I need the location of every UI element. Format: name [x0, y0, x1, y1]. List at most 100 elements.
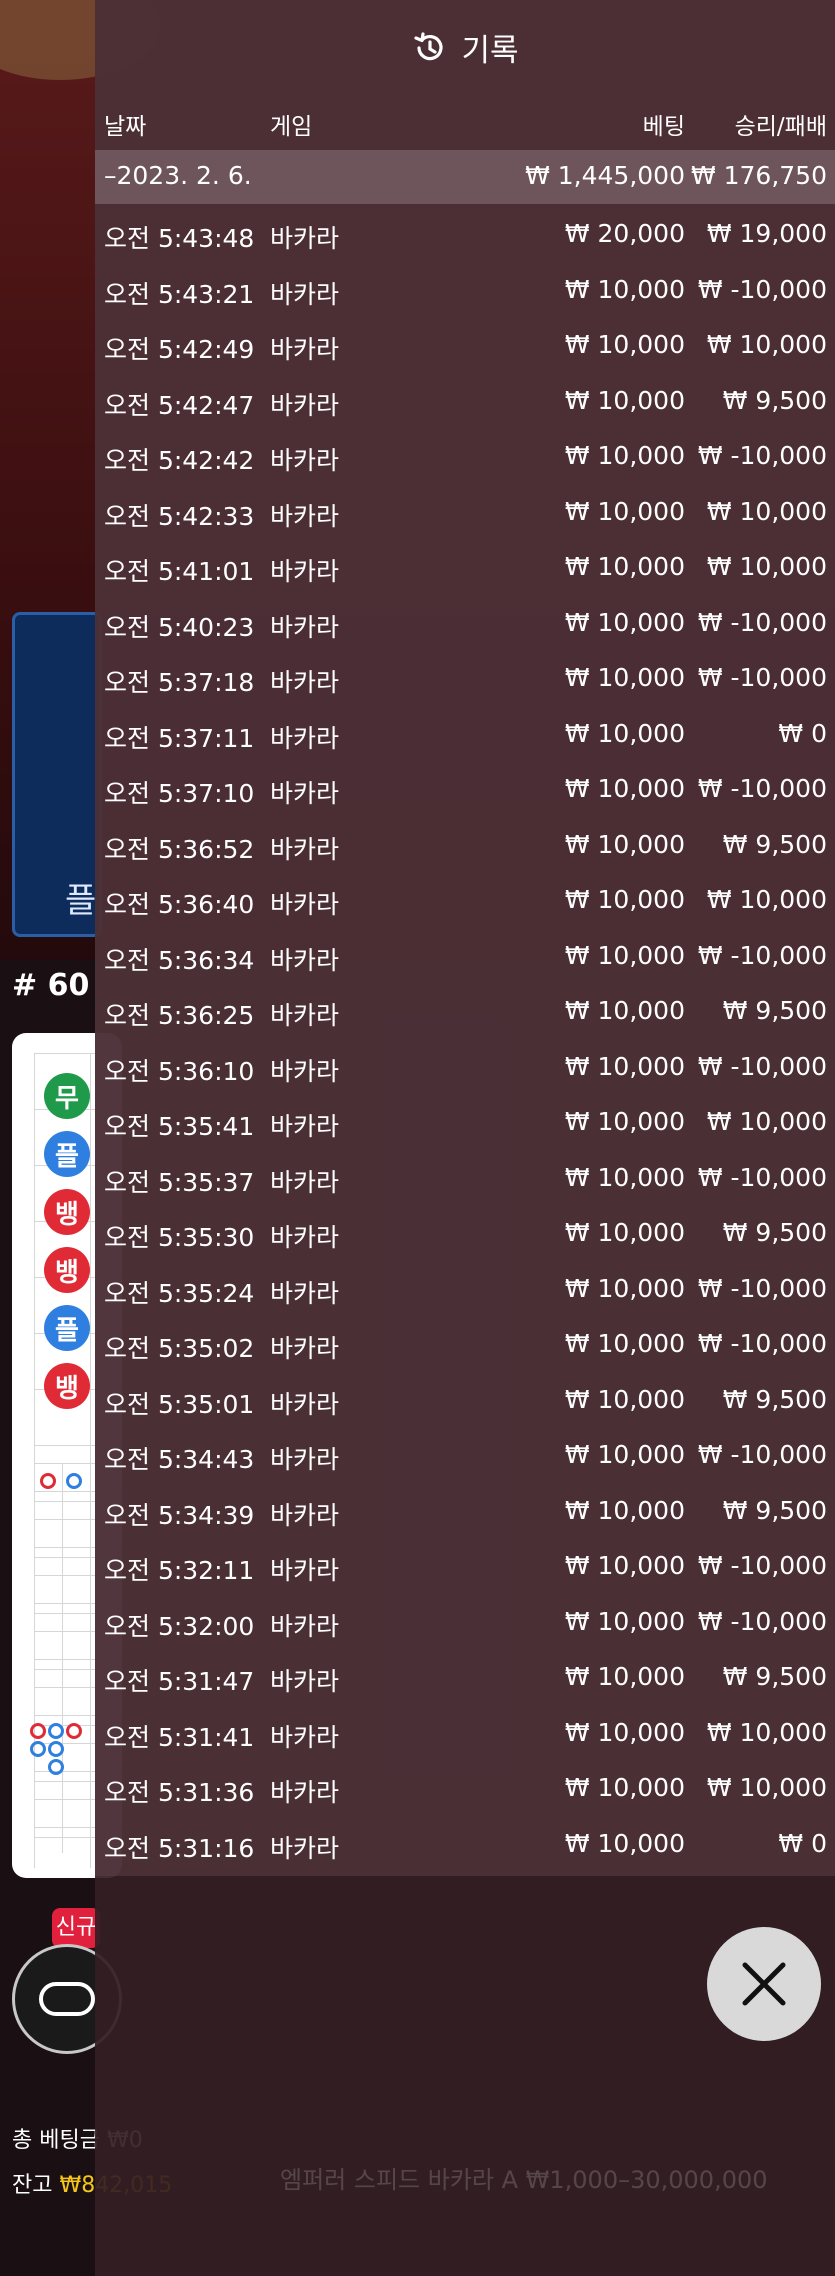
history-row[interactable]: 오전 5:37:18 바카라 ₩ 10,000 ₩ -10,000: [95, 651, 835, 707]
history-row[interactable]: 오전 5:42:33 바카라 ₩ 10,000 ₩ 10,000: [95, 485, 835, 541]
row-time: 오전 5:42:49: [104, 335, 255, 364]
row-result: ₩ -10,000: [697, 1273, 827, 1303]
history-row[interactable]: 오전 5:36:10 바카라 ₩ 10,000 ₩ -10,000: [95, 1040, 835, 1096]
row-bet: ₩ 10,000: [564, 1495, 685, 1525]
history-row[interactable]: 오전 5:35:01 바카라 ₩ 10,000 ₩ 9,500: [95, 1373, 835, 1429]
row-bet: ₩ 10,000: [564, 1218, 685, 1247]
row-bet: ₩ 10,000: [564, 385, 685, 415]
row-game: 바카라: [270, 723, 340, 753]
row-bet: ₩ 10,000: [564, 1384, 685, 1414]
history-row[interactable]: 오전 5:35:37 바카라 ₩ 10,000 ₩ -10,000: [95, 1151, 835, 1207]
history-row[interactable]: 오전 5:31:36 바카라 ₩ 10,000 ₩ 10,000: [95, 1761, 835, 1817]
history-row[interactable]: 오전 5:32:00 바카라 ₩ 10,000 ₩ -10,000: [95, 1595, 835, 1651]
row-result: ₩ 9,500: [722, 996, 827, 1025]
history-row[interactable]: 오전 5:35:30 바카라 ₩ 10,000 ₩ 9,500: [95, 1206, 835, 1262]
row-game: 바카라: [270, 1001, 340, 1030]
row-game: 바카라: [270, 335, 340, 364]
row-time: 오전 5:31:36: [104, 1778, 255, 1807]
row-game: 바카라: [270, 779, 340, 808]
history-row[interactable]: 오전 5:36:52 바카라 ₩ 10,000 ₩ 9,500: [95, 818, 835, 874]
date-group-label: –2023. 2. 6.: [104, 161, 252, 190]
row-result: ₩ 10,000: [706, 330, 827, 359]
row-bet: ₩ 10,000: [564, 330, 685, 359]
player-bet-area[interactable]: 플: [12, 612, 102, 937]
history-row[interactable]: 오전 5:31:41 바카라 ₩ 10,000 ₩ 10,000: [95, 1706, 835, 1762]
row-game: 바카라: [270, 612, 340, 642]
row-bet: ₩ 10,000: [564, 1717, 685, 1747]
history-row[interactable]: 오전 5:36:40 바카라 ₩ 10,000 ₩ 10,000: [95, 873, 835, 929]
row-result: ₩ -10,000: [697, 607, 827, 637]
row-time: 오전 5:35:24: [104, 1278, 255, 1308]
row-time: 오전 5:36:34: [104, 945, 255, 975]
history-row[interactable]: 오전 5:32:11 바카라 ₩ 10,000 ₩ -10,000: [95, 1539, 835, 1595]
history-row[interactable]: 오전 5:40:23 바카라 ₩ 10,000 ₩ -10,000: [95, 596, 835, 652]
history-panel: 기록 날짜 게임 베팅 승리/패배 –2023. 2. 6. ₩ 1,445,0…: [95, 0, 835, 2276]
table-info: 엠퍼러 스피드 바카라 A ₩1,000–30,000,000: [280, 2166, 768, 2194]
row-result: ₩ -10,000: [697, 1162, 827, 1192]
row-result: ₩ -10,000: [697, 1440, 827, 1469]
history-row[interactable]: 오전 5:35:02 바카라 ₩ 10,000 ₩ -10,000: [95, 1317, 835, 1373]
history-row[interactable]: 오전 5:37:10 바카라 ₩ 10,000 ₩ -10,000: [95, 762, 835, 818]
history-row[interactable]: 오전 5:42:49 바카라 ₩ 10,000 ₩ 10,000: [95, 318, 835, 374]
history-icon: [411, 30, 447, 66]
row-result: ₩ -10,000: [697, 441, 827, 470]
row-result: ₩ 0: [778, 1828, 827, 1858]
balance-label: 잔고: [12, 2173, 53, 2198]
row-game: 바카라: [270, 1833, 340, 1863]
big-road-mark: [48, 1723, 64, 1739]
history-row[interactable]: 오전 5:36:25 바카라 ₩ 10,000 ₩ 9,500: [95, 984, 835, 1040]
bead-banker: 뱅: [44, 1189, 90, 1235]
row-result: ₩ -10,000: [697, 1051, 827, 1081]
big-road-mark: [66, 1473, 82, 1489]
row-result: ₩ -10,000: [697, 274, 827, 304]
date-group-bet-total: ₩ 1,445,000: [525, 161, 685, 190]
row-bet: ₩ 10,000: [564, 1606, 685, 1636]
row-time: 오전 5:36:40: [104, 890, 255, 919]
row-result: ₩ 10,000: [706, 1773, 827, 1802]
close-button[interactable]: [707, 1927, 821, 2041]
history-row[interactable]: 오전 5:31:47 바카라 ₩ 10,000 ₩ 9,500: [95, 1650, 835, 1706]
column-headers: 날짜 게임 베팅 승리/패배: [95, 95, 835, 150]
row-bet: ₩ 10,000: [564, 441, 685, 470]
bead-banker: 뱅: [44, 1247, 90, 1293]
row-game: 바카라: [270, 890, 340, 919]
history-row[interactable]: 오전 5:35:41 바카라 ₩ 10,000 ₩ 10,000: [95, 1095, 835, 1151]
row-time: 오전 5:42:33: [104, 501, 255, 531]
history-row[interactable]: 오전 5:34:43 바카라 ₩ 10,000 ₩ -10,000: [95, 1428, 835, 1484]
row-game: 바카라: [270, 1500, 340, 1530]
row-bet: ₩ 10,000: [564, 274, 685, 304]
row-game: 바카라: [270, 1278, 340, 1308]
history-row[interactable]: 오전 5:37:11 바카라 ₩ 10,000 ₩ 0: [95, 707, 835, 763]
row-bet: ₩ 10,000: [564, 1828, 685, 1858]
row-bet: ₩ 10,000: [564, 718, 685, 748]
row-game: 바카라: [270, 1667, 340, 1696]
history-row[interactable]: 오전 5:42:42 바카라 ₩ 10,000 ₩ -10,000: [95, 429, 835, 485]
date-group-row[interactable]: –2023. 2. 6. ₩ 1,445,000 ₩ 176,750: [95, 150, 835, 204]
row-bet: ₩ 10,000: [564, 1107, 685, 1136]
history-row[interactable]: 오전 5:34:39 바카라 ₩ 10,000 ₩ 9,500: [95, 1484, 835, 1540]
row-bet: ₩ 10,000: [564, 885, 685, 914]
col-bet: 베팅: [642, 114, 685, 140]
bead-player: 플: [44, 1305, 90, 1351]
history-row[interactable]: 오전 5:42:47 바카라 ₩ 10,000 ₩ 9,500: [95, 374, 835, 430]
row-result: ₩ 9,500: [722, 385, 827, 415]
row-bet: ₩ 10,000: [564, 1273, 685, 1303]
row-time: 오전 5:37:18: [104, 668, 255, 697]
history-row[interactable]: 오전 5:41:01 바카라 ₩ 10,000 ₩ 10,000: [95, 540, 835, 596]
row-result: ₩ -10,000: [697, 1329, 827, 1358]
row-bet: ₩ 10,000: [564, 552, 685, 581]
row-bet: ₩ 10,000: [564, 1162, 685, 1192]
row-time: 오전 5:35:02: [104, 1334, 255, 1363]
big-road-mark: [30, 1723, 46, 1739]
row-result: ₩ 9,500: [722, 1384, 827, 1414]
history-row[interactable]: 오전 5:43:21 바카라 ₩ 10,000 ₩ -10,000: [95, 263, 835, 319]
row-game: 바카라: [270, 1334, 340, 1363]
row-time: 오전 5:42:47: [104, 390, 255, 420]
row-bet: ₩ 10,000: [564, 1551, 685, 1580]
history-row[interactable]: 오전 5:43:48 바카라 ₩ 20,000 ₩ 19,000: [95, 207, 835, 263]
history-row[interactable]: 오전 5:31:16 바카라 ₩ 10,000 ₩ 0: [95, 1817, 835, 1873]
history-row[interactable]: 오전 5:36:34 바카라 ₩ 10,000 ₩ -10,000: [95, 929, 835, 985]
row-bet: ₩ 10,000: [564, 774, 685, 803]
player-bet-label: 플: [65, 881, 97, 921]
history-row[interactable]: 오전 5:35:24 바카라 ₩ 10,000 ₩ -10,000: [95, 1262, 835, 1318]
